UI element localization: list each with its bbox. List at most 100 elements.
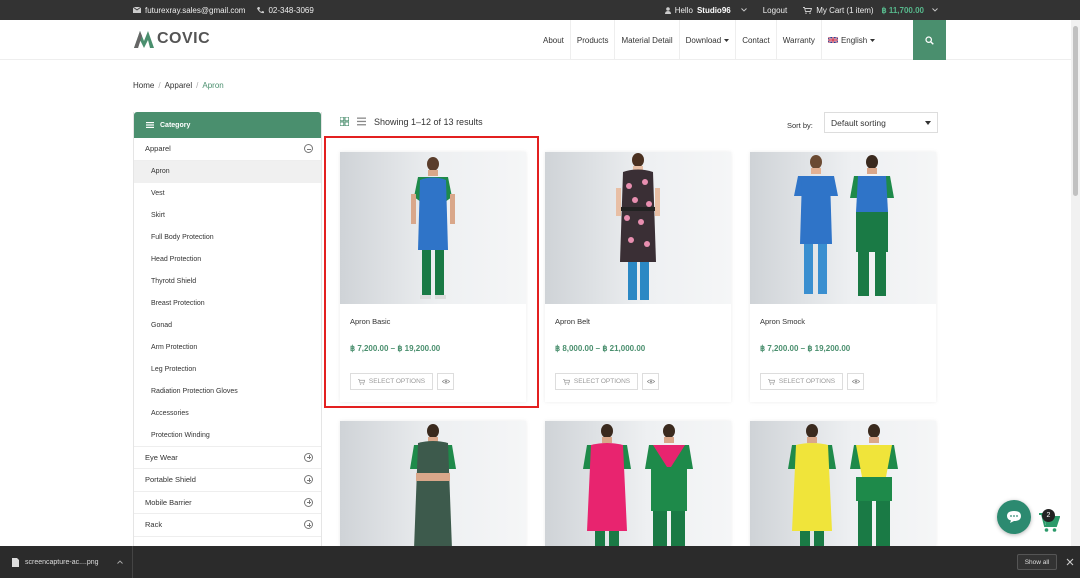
quick-view-button[interactable] [642, 373, 659, 390]
nav-label: Download [685, 35, 722, 45]
select-options-button[interactable]: SELECT OPTIONS [555, 373, 638, 390]
model-in-blue-apron-image [411, 157, 455, 299]
subcategory-breast[interactable]: Breast Protection [134, 293, 321, 315]
product-image[interactable] [545, 152, 731, 304]
category-portable-shield[interactable]: Portable Shield [134, 469, 321, 492]
site-logo[interactable]: COVIC [133, 28, 210, 50]
phone-text: 02-348-3069 [268, 5, 314, 15]
user-icon [664, 6, 671, 14]
nav-download[interactable]: Download [680, 20, 737, 60]
scrollbar-thumb[interactable] [1073, 26, 1078, 196]
download-filename: screencapture-ac....png [25, 558, 99, 566]
expand-icon[interactable] [304, 497, 313, 507]
product-image[interactable] [340, 421, 526, 546]
collapse-icon[interactable] [304, 144, 313, 154]
product-card[interactable]: Apron Basic ฿ 7,200.00 – ฿ 19,200.00 SEL… [340, 152, 526, 402]
nav-label: Warranty [782, 35, 815, 45]
eye-icon [851, 379, 860, 384]
breadcrumb-apparel[interactable]: Apparel [165, 81, 193, 90]
nav-label: Contact [742, 35, 770, 45]
model-in-dark-green-apron-image [410, 424, 456, 546]
breadcrumb: Home / Apparel / Apron [133, 81, 224, 90]
subcategory-winding[interactable]: Protection Winding [134, 425, 321, 447]
subcategory-arm[interactable]: Arm Protection [134, 337, 321, 359]
button-label: SELECT OPTIONS [573, 378, 631, 385]
nav-contact[interactable]: Contact [736, 20, 777, 60]
product-card[interactable] [340, 421, 526, 546]
product-price: ฿ 8,000.00 – ฿ 21,000.00 [555, 344, 646, 353]
select-options-button[interactable]: SELECT OPTIONS [760, 373, 843, 390]
category-mobile-barrier[interactable]: Mobile Barrier [134, 492, 321, 514]
chevron-up-icon[interactable] [116, 560, 123, 564]
subcategory-gloves[interactable]: Radiation Protection Gloves [134, 381, 321, 403]
product-image[interactable] [545, 421, 731, 546]
subcategory-label: Leg Protection [151, 366, 197, 373]
quick-view-button[interactable] [847, 373, 864, 390]
mini-cart[interactable]: My Cart (1 item) ฿ 11,700.00 [803, 6, 938, 15]
chat-button[interactable] [997, 500, 1031, 534]
download-item[interactable]: screencapture-ac....png [0, 546, 133, 578]
quick-view-button[interactable] [437, 373, 454, 390]
category-rack[interactable]: Rack [134, 514, 321, 537]
caret-down-icon [925, 121, 931, 125]
expand-icon[interactable] [304, 520, 313, 530]
expand-icon[interactable] [304, 452, 313, 462]
select-options-button[interactable]: SELECT OPTIONS [350, 373, 433, 390]
subcategory-full-body[interactable]: Full Body Protection [134, 227, 321, 249]
product-card[interactable] [750, 421, 936, 546]
grid-view-icon[interactable] [340, 117, 349, 126]
main-nav: About Products Material Detail Download … [537, 20, 881, 60]
nav-label: English [840, 35, 868, 45]
nav-label: Material Detail [621, 35, 673, 45]
nav-warranty[interactable]: Warranty [777, 20, 822, 60]
subcategory-gonad[interactable]: Gonad [134, 315, 321, 337]
view-switcher [340, 117, 366, 126]
nav-label: Products [576, 35, 609, 45]
eye-icon [441, 379, 450, 384]
product-image[interactable] [750, 421, 936, 546]
user-menu[interactable]: Hello Studio96 [664, 6, 747, 15]
product-image[interactable] [340, 152, 526, 304]
close-icon[interactable] [1066, 558, 1074, 566]
subcategory-leg[interactable]: Leg Protection [134, 359, 321, 381]
category-apparel[interactable]: Apparel [134, 138, 321, 161]
breadcrumb-separator: / [196, 81, 199, 90]
sort-label: Sort by: [787, 121, 813, 130]
subcategory-skirt[interactable]: Skirt [134, 205, 321, 227]
subcategory-apron[interactable]: Apron [134, 160, 321, 183]
subcategory-label: Skirt [151, 212, 165, 219]
subcategory-head[interactable]: Head Protection [134, 249, 321, 271]
cart-icon [803, 6, 813, 14]
expand-icon[interactable] [304, 475, 313, 485]
product-title[interactable]: Apron Smock [760, 317, 805, 326]
sort-select[interactable]: Default sorting [824, 112, 938, 133]
subcategory-thyroid[interactable]: Thyrotd Shield [134, 271, 321, 293]
nav-about[interactable]: About [537, 20, 571, 60]
product-card[interactable]: Apron Smock ฿ 7,200.00 – ฿ 19,200.00 SEL… [750, 152, 936, 402]
list-view-icon[interactable] [357, 117, 366, 126]
phone-contact[interactable]: 02-348-3069 [257, 5, 314, 15]
nav-material-detail[interactable]: Material Detail [615, 20, 680, 60]
shop-toolbar: Showing 1–12 of 13 results Sort by: Defa… [340, 112, 938, 134]
product-card[interactable] [545, 421, 731, 546]
logout-link[interactable]: Logout [763, 6, 787, 15]
show-all-button[interactable]: Show all [1017, 554, 1057, 570]
category-eye-wear[interactable]: Eye Wear [134, 447, 321, 469]
email-contact[interactable]: futurexray.sales@gmail.com [133, 6, 245, 15]
breadcrumb-home[interactable]: Home [133, 81, 154, 90]
cart-icon [767, 378, 775, 385]
chat-bubble-icon [1007, 511, 1021, 523]
product-image[interactable] [750, 152, 936, 304]
result-count: Showing 1–12 of 13 results [374, 117, 483, 127]
caret-down-icon [870, 38, 876, 42]
subcategory-vest[interactable]: Vest [134, 183, 321, 205]
subcategory-accessories[interactable]: Accessories [134, 403, 321, 425]
nav-products[interactable]: Products [571, 20, 616, 60]
search-button[interactable] [913, 20, 946, 60]
product-title[interactable]: Apron Basic [350, 317, 390, 326]
email-text: futurexray.sales@gmail.com [145, 5, 246, 15]
product-title[interactable]: Apron Belt [555, 317, 590, 326]
product-card[interactable]: Apron Belt ฿ 8,000.00 – ฿ 21,000.00 SELE… [545, 152, 731, 402]
nav-language[interactable]: English [822, 20, 881, 60]
top-bar: futurexray.sales@gmail.com 02-348-3069 H… [0, 0, 1080, 20]
